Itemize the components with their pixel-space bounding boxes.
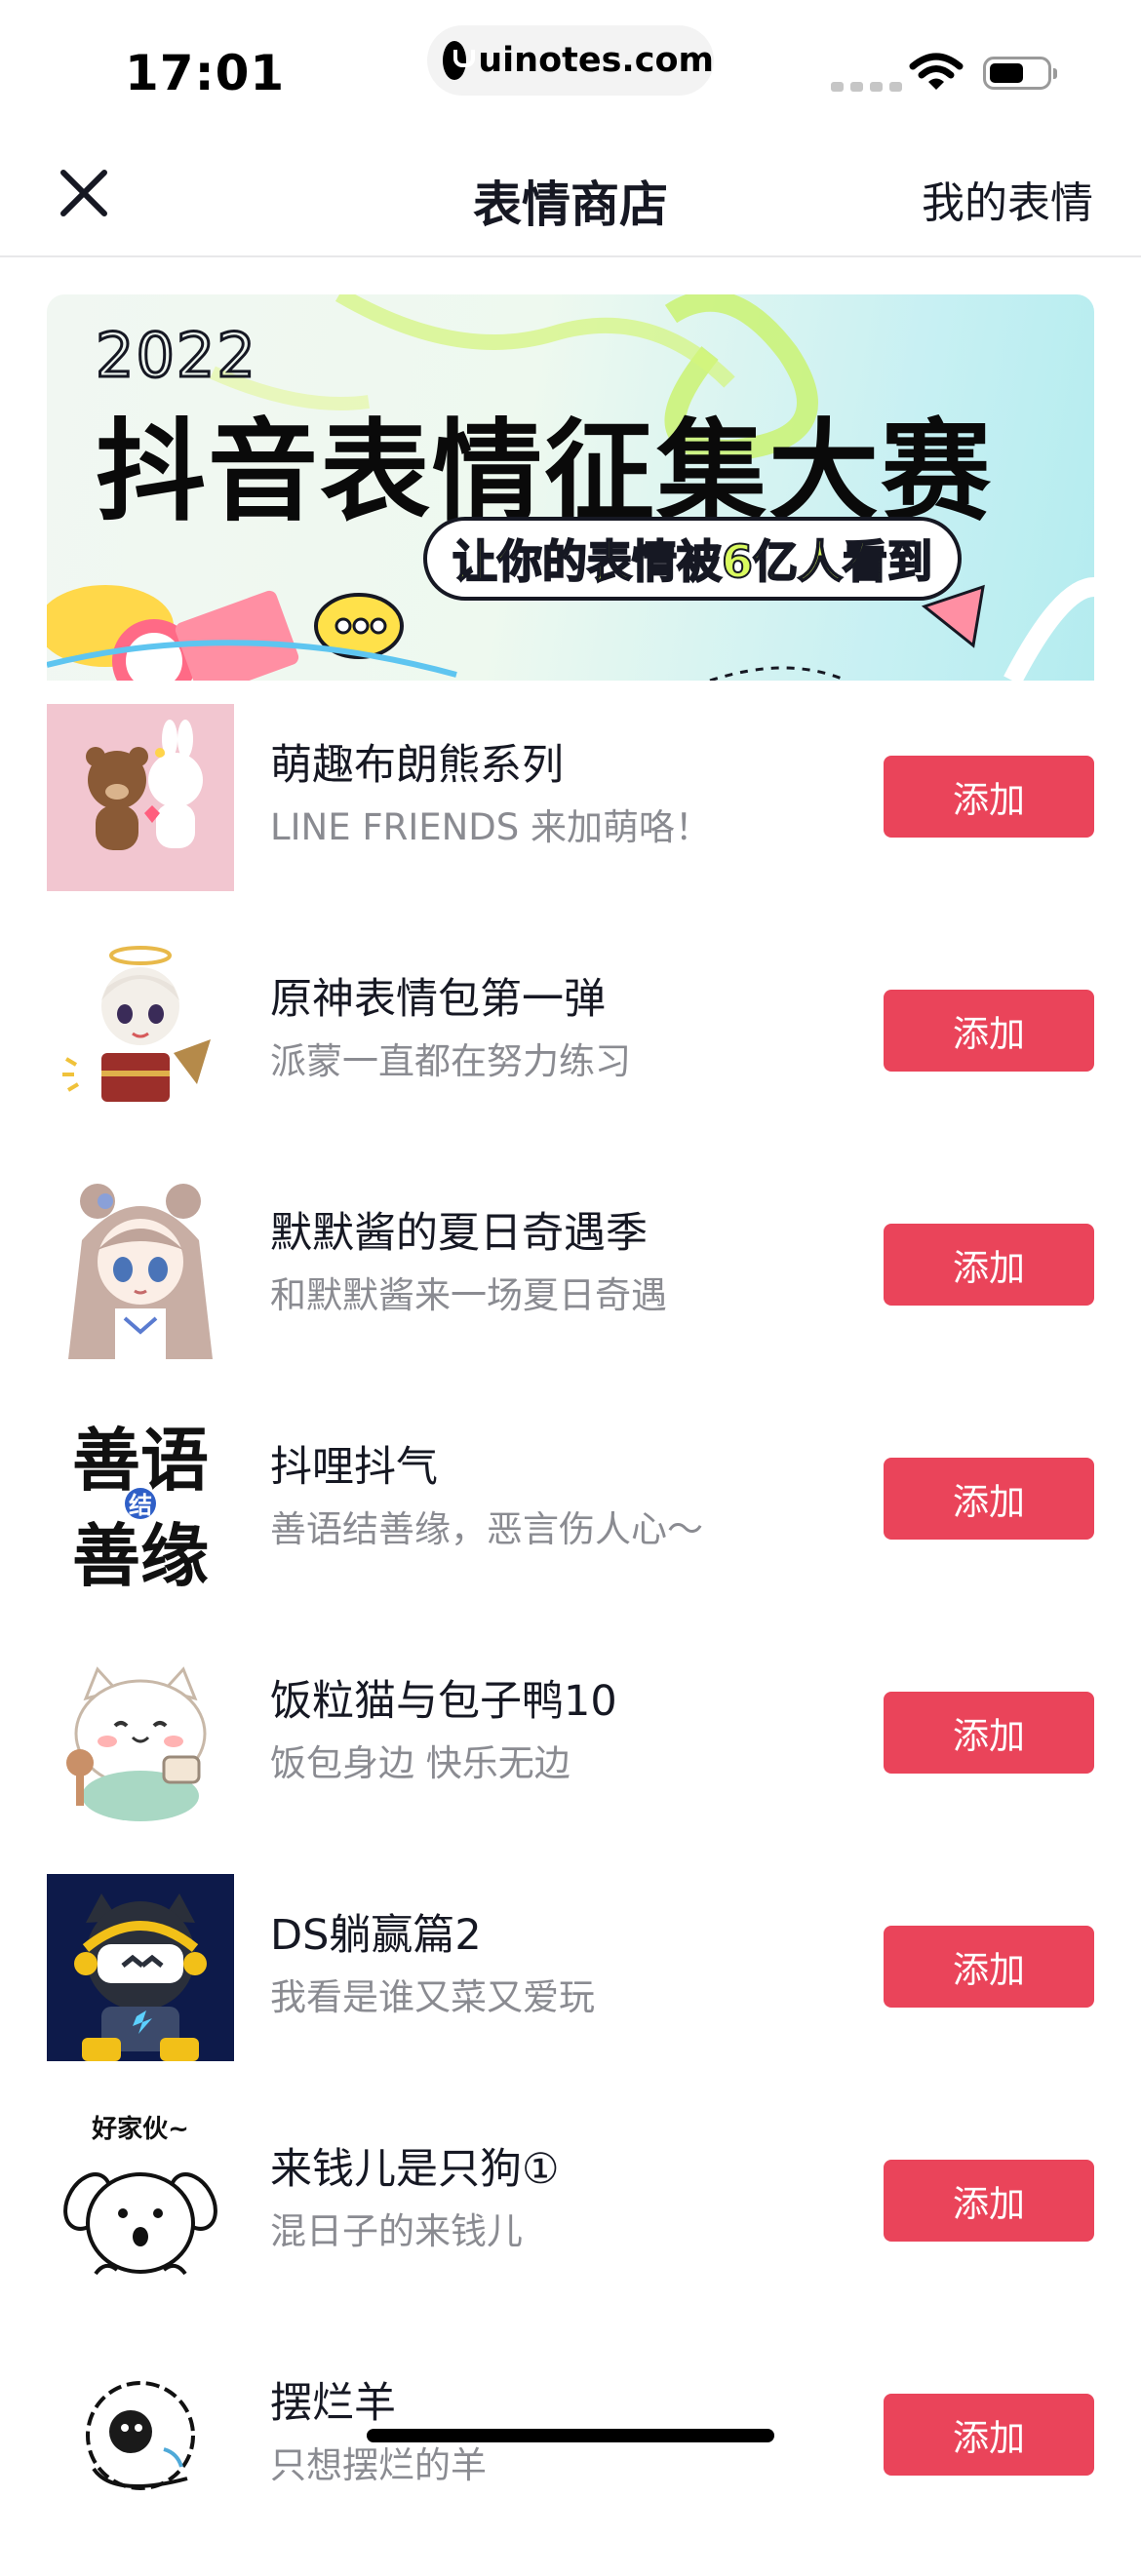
list-item[interactable]: 默默酱的夏日奇遇季 和默默酱来一场夏日奇遇 添加 xyxy=(0,1172,1141,1406)
list-item[interactable]: 饭粒猫与包子鸭10 饭包身边 快乐无边 添加 xyxy=(0,1640,1141,1874)
my-stickers-link[interactable]: 我的表情 xyxy=(922,168,1093,230)
sticker-name: 饭粒猫与包子鸭10 xyxy=(270,1677,617,1726)
list-item[interactable]: 摆烂羊 只想摆烂的羊 添加 xyxy=(0,2342,1141,2576)
sticker-desc: 混日子的来钱儿 xyxy=(270,2210,523,2252)
sticker-name: 摆烂羊 xyxy=(270,2379,396,2428)
add-button[interactable]: 添加 xyxy=(884,1458,1094,1540)
sticker-desc: 饭包身边 快乐无边 xyxy=(270,1742,570,1784)
sticker-name: DS躺赢篇2 xyxy=(270,1911,482,1960)
battery-icon xyxy=(983,57,1057,90)
add-button[interactable]: 添加 xyxy=(884,2160,1094,2242)
cellular-signal-icon xyxy=(831,82,902,92)
sticker-desc: 只想摆烂的羊 xyxy=(270,2444,487,2486)
sticker-name: 萌趣布朗熊系列 xyxy=(270,741,564,790)
nav-bar: 表情商店 我的表情 xyxy=(0,137,1141,257)
sticker-desc: 善语结善缘，恶言伤人心～ xyxy=(270,1508,703,1550)
status-bar: 17:01 uinotes.com xyxy=(0,0,1141,137)
url-pill[interactable]: uinotes.com xyxy=(427,25,714,96)
add-button[interactable]: 添加 xyxy=(884,1224,1094,1306)
calligraphy-text-icon: 善语 结 善缘 xyxy=(47,1406,234,1593)
wifi-icon xyxy=(909,53,964,90)
sticker-name: 默默酱的夏日奇遇季 xyxy=(270,1209,648,1258)
cat-icon xyxy=(47,1640,234,1827)
sticker-desc: 我看是谁又菜又爱玩 xyxy=(270,1976,595,2018)
add-button[interactable]: 添加 xyxy=(884,1692,1094,1774)
svg-text:结: 结 xyxy=(129,1492,152,1519)
sticker-name: 抖哩抖气 xyxy=(270,1443,438,1492)
site-logo-icon xyxy=(443,41,476,80)
svg-text:善缘: 善缘 xyxy=(72,1516,209,1593)
list-item[interactable]: 萌趣布朗熊系列 LINE FRIENDS 来加萌咯！ 添加 xyxy=(0,704,1141,938)
sticker-desc: LINE FRIENDS 来加萌咯！ xyxy=(270,806,712,848)
list-item[interactable]: 善语 结 善缘 抖哩抖气 善语结善缘，恶言伤人心～ 添加 xyxy=(0,1406,1141,1640)
add-button[interactable]: 添加 xyxy=(884,756,1094,838)
gamer-dog-icon xyxy=(47,1874,234,2061)
brown-bear-cony-icon xyxy=(47,704,234,891)
home-indicator[interactable] xyxy=(367,2429,774,2442)
anime-girl-icon xyxy=(47,1172,234,1359)
svg-text:好家伙~: 好家伙~ xyxy=(91,2114,189,2144)
add-button[interactable]: 添加 xyxy=(884,2394,1094,2476)
dog-icon: 好家伙~ xyxy=(47,2108,234,2295)
sticker-desc: 和默默酱来一场夏日奇遇 xyxy=(270,1274,667,1316)
contest-banner[interactable]: 2022 抖音表情征集大赛 让你的表情被6亿人看到 xyxy=(47,294,1094,681)
banner-subtitle: 让你的表情被6亿人看到 xyxy=(423,517,963,601)
sticker-name: 来钱儿是只狗① xyxy=(270,2145,560,2194)
list-item[interactable]: DS躺赢篇2 我看是谁又菜又爱玩 添加 xyxy=(0,1874,1141,2108)
add-button[interactable]: 添加 xyxy=(884,990,1094,1072)
sticker-name: 原神表情包第一弹 xyxy=(270,975,606,1024)
status-time: 17:01 xyxy=(125,45,286,101)
sheep-icon xyxy=(47,2342,234,2529)
sticker-desc: 派蒙一直都在努力练习 xyxy=(270,1040,631,1082)
banner-year: 2022 xyxy=(95,319,257,393)
url-text: uinotes.com xyxy=(478,41,714,80)
sticker-list: 萌趣布朗熊系列 LINE FRIENDS 来加萌咯！ 添加 原神表情包第一弹 派… xyxy=(0,704,1141,2576)
list-item[interactable]: 原神表情包第一弹 派蒙一直都在努力练习 添加 xyxy=(0,938,1141,1172)
add-button[interactable]: 添加 xyxy=(884,1926,1094,2008)
list-item[interactable]: 好家伙~ 来钱儿是只狗① 混日子的来钱儿 添加 xyxy=(0,2108,1141,2342)
paimon-icon xyxy=(47,938,234,1125)
